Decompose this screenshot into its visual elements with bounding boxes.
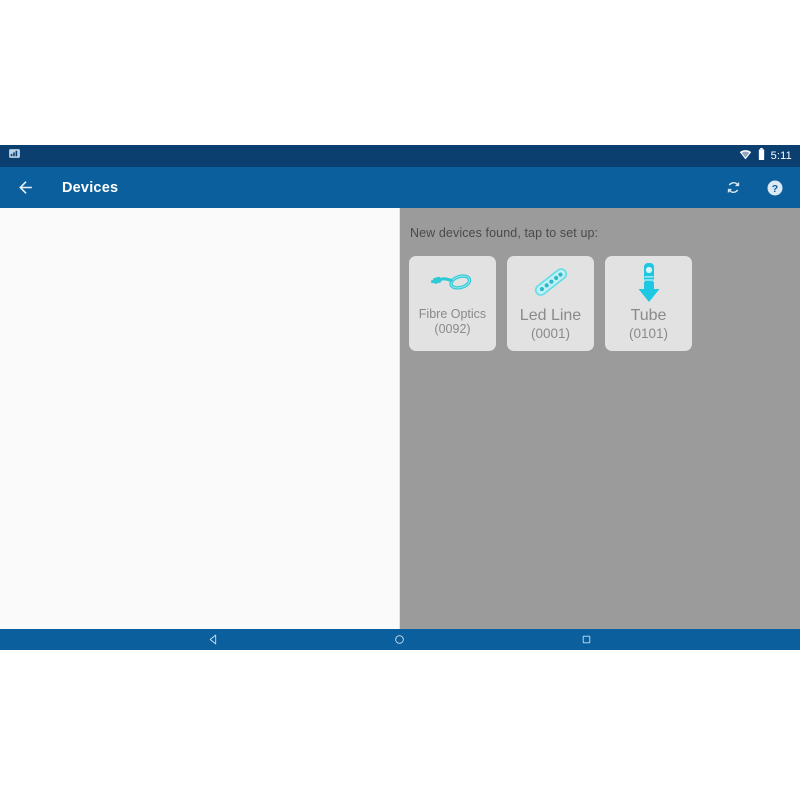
device-name: Fibre Optics xyxy=(418,307,487,321)
screenshot-icon xyxy=(8,147,21,165)
nav-back-button[interactable] xyxy=(196,629,230,650)
led-strip-icon xyxy=(507,256,594,308)
app-toolbar: Devices ? xyxy=(0,167,800,208)
device-id: (0001) xyxy=(530,325,571,341)
tube-lamp-icon xyxy=(605,256,692,308)
fibre-optic-cable-icon xyxy=(409,256,496,308)
svg-text:?: ? xyxy=(772,182,778,194)
device-name: Led Line xyxy=(519,307,582,324)
device-card-tube[interactable]: Tube (0101) xyxy=(605,256,692,351)
status-bar: 5:11 xyxy=(0,145,800,167)
content-area: New devices found, tap to set up: Fibre … xyxy=(0,208,800,629)
status-bar-system: 5:11 xyxy=(739,147,792,165)
new-devices-heading: New devices found, tap to set up: xyxy=(410,226,599,240)
help-button[interactable]: ? xyxy=(764,177,786,199)
system-navigation-bar xyxy=(0,629,800,650)
device-name: Tube xyxy=(630,307,667,324)
status-bar-notifications xyxy=(8,147,21,165)
status-clock: 5:11 xyxy=(770,149,792,162)
device-id: (0092) xyxy=(434,322,471,337)
wifi-icon xyxy=(739,147,752,165)
device-card-led-line[interactable]: Led Line (0001) xyxy=(507,256,594,351)
device-id: (0101) xyxy=(628,325,669,341)
device-list-pane: New devices found, tap to set up: Fibre … xyxy=(400,208,800,629)
refresh-button[interactable] xyxy=(722,177,744,199)
device-screen: 5:11 Devices ? New devices found, tap to… xyxy=(0,145,800,650)
device-card-fibre-optics[interactable]: Fibre Optics (0092) xyxy=(409,256,496,351)
toolbar-actions: ? xyxy=(722,177,786,199)
left-detail-pane xyxy=(0,208,400,629)
page-title: Devices xyxy=(62,179,119,196)
nav-recents-button[interactable] xyxy=(570,629,604,650)
nav-home-button[interactable] xyxy=(383,629,417,650)
back-button[interactable] xyxy=(14,177,36,199)
device-card-row: Fibre Optics (0092) Led Line (0001) Tube… xyxy=(409,256,800,351)
battery-icon xyxy=(758,147,765,165)
